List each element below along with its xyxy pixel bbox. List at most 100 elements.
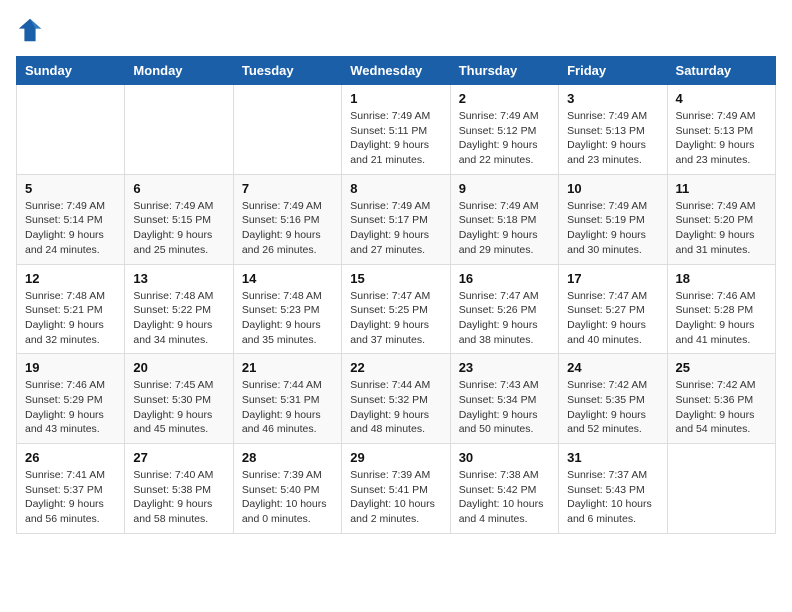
day-number: 24 (567, 360, 658, 375)
day-number: 6 (133, 181, 224, 196)
day-info: Sunrise: 7:43 AM Sunset: 5:34 PM Dayligh… (459, 378, 550, 437)
day-number: 9 (459, 181, 550, 196)
calendar-day-cell: 17 Sunrise: 7:47 AM Sunset: 5:27 PM Dayli… (559, 264, 667, 354)
calendar-day-cell: 14 Sunrise: 7:48 AM Sunset: 5:23 PM Dayli… (233, 264, 341, 354)
weekday-header-cell: Friday (559, 57, 667, 85)
logo (16, 16, 48, 44)
day-number: 4 (676, 91, 767, 106)
day-number: 3 (567, 91, 658, 106)
day-info: Sunrise: 7:48 AM Sunset: 5:22 PM Dayligh… (133, 289, 224, 348)
day-info: Sunrise: 7:49 AM Sunset: 5:17 PM Dayligh… (350, 199, 441, 258)
weekday-header-cell: Sunday (17, 57, 125, 85)
calendar-day-cell: 16 Sunrise: 7:47 AM Sunset: 5:26 PM Dayli… (450, 264, 558, 354)
day-info: Sunrise: 7:47 AM Sunset: 5:27 PM Dayligh… (567, 289, 658, 348)
calendar-day-cell: 1Sunrise: 7:49 AM Sunset: 5:11 PM Daylig… (342, 85, 450, 175)
day-info: Sunrise: 7:49 AM Sunset: 5:18 PM Dayligh… (459, 199, 550, 258)
day-info: Sunrise: 7:39 AM Sunset: 5:41 PM Dayligh… (350, 468, 441, 527)
calendar-day-cell (17, 85, 125, 175)
calendar-week-row: 5 Sunrise: 7:49 AM Sunset: 5:14 PM Daylig… (17, 174, 776, 264)
calendar-day-cell: 29 Sunrise: 7:39 AM Sunset: 5:41 PM Dayli… (342, 444, 450, 534)
day-number: 10 (567, 181, 658, 196)
day-info: Sunrise: 7:46 AM Sunset: 5:29 PM Dayligh… (25, 378, 116, 437)
calendar-day-cell: 23 Sunrise: 7:43 AM Sunset: 5:34 PM Dayli… (450, 354, 558, 444)
day-number: 11 (676, 181, 767, 196)
day-info: Sunrise: 7:46 AM Sunset: 5:28 PM Dayligh… (676, 289, 767, 348)
calendar-day-cell: 7 Sunrise: 7:49 AM Sunset: 5:16 PM Daylig… (233, 174, 341, 264)
day-number: 19 (25, 360, 116, 375)
day-number: 23 (459, 360, 550, 375)
day-number: 13 (133, 271, 224, 286)
day-info: Sunrise: 7:49 AM Sunset: 5:19 PM Dayligh… (567, 199, 658, 258)
calendar-day-cell: 19 Sunrise: 7:46 AM Sunset: 5:29 PM Dayli… (17, 354, 125, 444)
day-number: 20 (133, 360, 224, 375)
day-info: Sunrise: 7:48 AM Sunset: 5:21 PM Dayligh… (25, 289, 116, 348)
day-info: Sunrise: 7:40 AM Sunset: 5:38 PM Dayligh… (133, 468, 224, 527)
calendar-day-cell: 24 Sunrise: 7:42 AM Sunset: 5:35 PM Dayli… (559, 354, 667, 444)
day-number: 18 (676, 271, 767, 286)
calendar-day-cell (125, 85, 233, 175)
day-info: Sunrise: 7:49 AM Sunset: 5:13 PM Dayligh… (567, 109, 658, 168)
day-info: Sunrise: 7:45 AM Sunset: 5:30 PM Dayligh… (133, 378, 224, 437)
day-info: Sunrise: 7:49 AM Sunset: 5:14 PM Dayligh… (25, 199, 116, 258)
weekday-header-cell: Saturday (667, 57, 775, 85)
day-number: 5 (25, 181, 116, 196)
calendar-day-cell: 21 Sunrise: 7:44 AM Sunset: 5:31 PM Dayli… (233, 354, 341, 444)
day-info: Sunrise: 7:48 AM Sunset: 5:23 PM Dayligh… (242, 289, 333, 348)
calendar-day-cell: 25 Sunrise: 7:42 AM Sunset: 5:36 PM Dayli… (667, 354, 775, 444)
calendar-day-cell: 12 Sunrise: 7:48 AM Sunset: 5:21 PM Dayli… (17, 264, 125, 354)
day-number: 15 (350, 271, 441, 286)
calendar-body: 1Sunrise: 7:49 AM Sunset: 5:11 PM Daylig… (17, 85, 776, 534)
calendar-day-cell: 3 Sunrise: 7:49 AM Sunset: 5:13 PM Daylig… (559, 85, 667, 175)
calendar-day-cell (233, 85, 341, 175)
calendar-week-row: 1Sunrise: 7:49 AM Sunset: 5:11 PM Daylig… (17, 85, 776, 175)
day-number: 14 (242, 271, 333, 286)
weekday-header-cell: Monday (125, 57, 233, 85)
calendar-day-cell: 28Sunrise: 7:39 AM Sunset: 5:40 PM Dayli… (233, 444, 341, 534)
day-info: Sunrise: 7:47 AM Sunset: 5:26 PM Dayligh… (459, 289, 550, 348)
day-number: 21 (242, 360, 333, 375)
day-info: Sunrise: 7:39 AM Sunset: 5:40 PM Dayligh… (242, 468, 333, 527)
day-info: Sunrise: 7:38 AM Sunset: 5:42 PM Dayligh… (459, 468, 550, 527)
day-info: Sunrise: 7:42 AM Sunset: 5:35 PM Dayligh… (567, 378, 658, 437)
day-info: Sunrise: 7:44 AM Sunset: 5:32 PM Dayligh… (350, 378, 441, 437)
day-number: 12 (25, 271, 116, 286)
calendar-table: SundayMondayTuesdayWednesdayThursdayFrid… (16, 56, 776, 534)
weekday-header-row: SundayMondayTuesdayWednesdayThursdayFrid… (17, 57, 776, 85)
calendar-day-cell: 26 Sunrise: 7:41 AM Sunset: 5:37 PM Dayli… (17, 444, 125, 534)
day-info: Sunrise: 7:42 AM Sunset: 5:36 PM Dayligh… (676, 378, 767, 437)
weekday-header-cell: Wednesday (342, 57, 450, 85)
day-number: 30 (459, 450, 550, 465)
calendar-day-cell: 22 Sunrise: 7:44 AM Sunset: 5:32 PM Dayli… (342, 354, 450, 444)
day-number: 22 (350, 360, 441, 375)
weekday-header-cell: Thursday (450, 57, 558, 85)
calendar-day-cell: 2Sunrise: 7:49 AM Sunset: 5:12 PM Daylig… (450, 85, 558, 175)
calendar-day-cell: 31Sunrise: 7:37 AM Sunset: 5:43 PM Dayli… (559, 444, 667, 534)
day-info: Sunrise: 7:49 AM Sunset: 5:15 PM Dayligh… (133, 199, 224, 258)
calendar-day-cell: 10 Sunrise: 7:49 AM Sunset: 5:19 PM Dayli… (559, 174, 667, 264)
calendar-week-row: 19 Sunrise: 7:46 AM Sunset: 5:29 PM Dayli… (17, 354, 776, 444)
calendar-day-cell: 18 Sunrise: 7:46 AM Sunset: 5:28 PM Dayli… (667, 264, 775, 354)
day-number: 16 (459, 271, 550, 286)
calendar-day-cell: 13 Sunrise: 7:48 AM Sunset: 5:22 PM Dayli… (125, 264, 233, 354)
day-number: 1 (350, 91, 441, 106)
day-number: 25 (676, 360, 767, 375)
day-info: Sunrise: 7:44 AM Sunset: 5:31 PM Dayligh… (242, 378, 333, 437)
calendar-day-cell (667, 444, 775, 534)
day-number: 29 (350, 450, 441, 465)
day-number: 26 (25, 450, 116, 465)
calendar-day-cell: 5 Sunrise: 7:49 AM Sunset: 5:14 PM Daylig… (17, 174, 125, 264)
calendar-day-cell: 27Sunrise: 7:40 AM Sunset: 5:38 PM Dayli… (125, 444, 233, 534)
calendar-day-cell: 15Sunrise: 7:47 AM Sunset: 5:25 PM Dayli… (342, 264, 450, 354)
calendar-day-cell: 30 Sunrise: 7:38 AM Sunset: 5:42 PM Dayli… (450, 444, 558, 534)
day-info: Sunrise: 7:49 AM Sunset: 5:13 PM Dayligh… (676, 109, 767, 168)
day-info: Sunrise: 7:49 AM Sunset: 5:16 PM Dayligh… (242, 199, 333, 258)
day-info: Sunrise: 7:41 AM Sunset: 5:37 PM Dayligh… (25, 468, 116, 527)
calendar-day-cell: 6 Sunrise: 7:49 AM Sunset: 5:15 PM Daylig… (125, 174, 233, 264)
calendar-day-cell: 11Sunrise: 7:49 AM Sunset: 5:20 PM Dayli… (667, 174, 775, 264)
calendar-week-row: 26 Sunrise: 7:41 AM Sunset: 5:37 PM Dayli… (17, 444, 776, 534)
calendar-day-cell: 9 Sunrise: 7:49 AM Sunset: 5:18 PM Daylig… (450, 174, 558, 264)
day-number: 17 (567, 271, 658, 286)
logo-icon (16, 16, 44, 44)
day-number: 7 (242, 181, 333, 196)
weekday-header-cell: Tuesday (233, 57, 341, 85)
